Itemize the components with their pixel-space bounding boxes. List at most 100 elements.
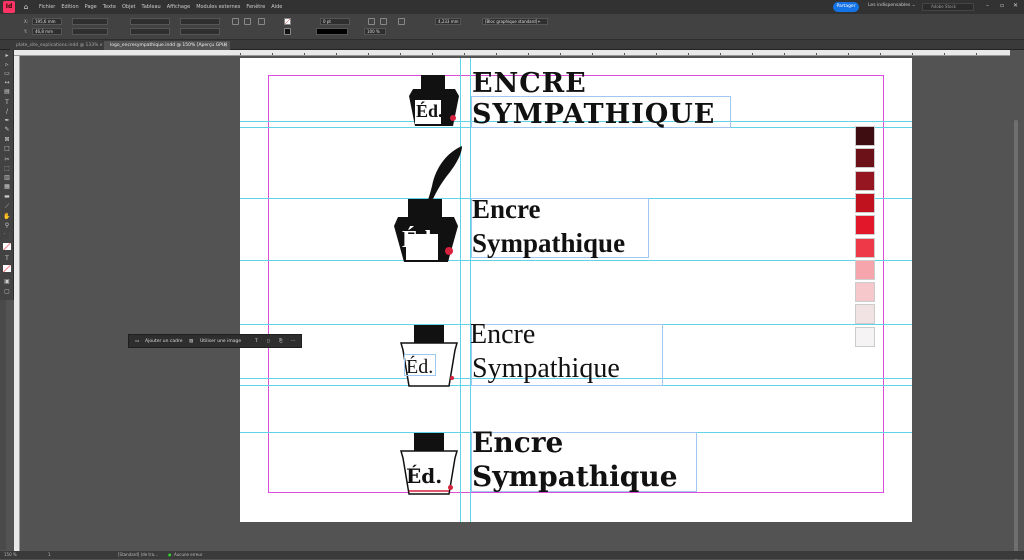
- height-field[interactable]: [72, 28, 108, 35]
- pencil-tool-icon[interactable]: ✎: [3, 126, 11, 133]
- preview-mode-icon[interactable]: ▢: [3, 288, 11, 295]
- tab-close-icon[interactable]: ×: [99, 41, 103, 50]
- panel-tab[interactable]: [0, 355, 6, 369]
- corner-size-field[interactable]: 4,233 mm: [435, 18, 461, 25]
- rotate-field[interactable]: [180, 18, 220, 25]
- color-swatch[interactable]: [855, 148, 875, 169]
- menu-text[interactable]: Texte: [103, 4, 116, 10]
- scroll-thumb[interactable]: [1014, 120, 1018, 560]
- style-status[interactable]: [Standard] (de tra...: [118, 551, 158, 559]
- minimize-icon[interactable]: –: [986, 2, 989, 9]
- panel-tab[interactable]: [0, 455, 6, 469]
- close-icon[interactable]: ✕: [1013, 2, 1018, 9]
- color-swatch[interactable]: [855, 259, 875, 280]
- stock-search-input[interactable]: Adobe Stock: [922, 3, 974, 11]
- stroke-weight-field[interactable]: 0 pt: [320, 18, 350, 25]
- opacity-field[interactable]: 100 %: [364, 28, 386, 35]
- color-swatch[interactable]: [855, 237, 875, 258]
- panel-tab[interactable]: [0, 430, 6, 444]
- color-swatch[interactable]: [855, 282, 875, 303]
- menu-object[interactable]: Objet: [122, 4, 136, 10]
- path-icon[interactable]: [258, 18, 265, 25]
- use-image-button[interactable]: Utiliser une image: [200, 335, 241, 349]
- rectangle-tool-icon[interactable]: □: [3, 145, 11, 152]
- menu-view[interactable]: Affichage: [167, 4, 191, 10]
- document-page[interactable]: Éd. ENCRE SYMPATHIQUE Éd. Encre Sympathi…: [240, 58, 912, 522]
- color-swatch[interactable]: [855, 326, 875, 347]
- page-tool-icon[interactable]: ▭: [3, 70, 11, 77]
- panel-tab[interactable]: [0, 505, 6, 519]
- tab-plate-site[interactable]: plate_site_explications.indd @ 133% ×: [10, 41, 106, 50]
- add-frame-button[interactable]: Ajouter un cadre: [145, 335, 183, 349]
- zoom-level[interactable]: 150 %: [4, 551, 17, 559]
- document-icon[interactable]: ▯: [267, 335, 269, 349]
- selection-tool-icon[interactable]: ▸: [3, 52, 11, 59]
- tab-logo[interactable]: logo_encresympathique.indd @ 150% [Aperç…: [104, 41, 230, 50]
- preflight-status[interactable]: Aucune erreur: [174, 551, 203, 559]
- content-collector-icon[interactable]: ▤: [3, 88, 11, 95]
- note-tool-icon[interactable]: ▬: [3, 193, 11, 200]
- rectangle-frame-tool-icon[interactable]: ⊠: [3, 136, 11, 143]
- rotate-icon[interactable]: [232, 18, 239, 25]
- apply-none-icon[interactable]: [3, 265, 11, 272]
- shear-field[interactable]: [180, 28, 220, 35]
- more-options-icon[interactable]: ···: [291, 335, 295, 349]
- color-swatch[interactable]: [855, 192, 875, 213]
- frame-fit-icon[interactable]: [398, 18, 405, 25]
- vertical-scrollbar[interactable]: [1010, 50, 1024, 560]
- panel-tab[interactable]: [0, 380, 6, 394]
- menu-table[interactable]: Tableau: [142, 4, 161, 10]
- shadow-icon[interactable]: [380, 18, 387, 25]
- formatting-container-icon[interactable]: T: [3, 255, 11, 262]
- scale-y-field[interactable]: [130, 28, 170, 35]
- menu-window[interactable]: Fenêtre: [246, 4, 265, 10]
- panel-tab[interactable]: [0, 330, 6, 344]
- menu-help[interactable]: Aide: [271, 4, 282, 10]
- panel-tab[interactable]: [0, 305, 6, 319]
- direct-selection-tool-icon[interactable]: ▹: [3, 61, 11, 68]
- width-field[interactable]: [72, 18, 108, 25]
- fill-stroke-icon[interactable]: [3, 243, 11, 250]
- stroke-swatch-icon[interactable]: [284, 28, 291, 35]
- horizontal-ruler[interactable]: [14, 50, 1010, 56]
- line-tool-icon[interactable]: /: [3, 108, 11, 115]
- text-icon[interactable]: T: [255, 335, 258, 349]
- menu-file[interactable]: Fichier: [39, 4, 55, 10]
- home-icon[interactable]: ⌂: [19, 3, 33, 11]
- vertical-ruler[interactable]: [14, 56, 20, 551]
- share-button[interactable]: Partager: [833, 2, 859, 12]
- eyedropper-tool-icon[interactable]: ⟋: [3, 203, 11, 210]
- menu-page[interactable]: Page: [85, 4, 97, 10]
- tab-close-icon[interactable]: ×: [223, 41, 227, 50]
- link-icon[interactable]: ⎘: [279, 335, 283, 349]
- page-number[interactable]: 1: [48, 551, 51, 559]
- color-swatch[interactable]: [855, 126, 875, 146]
- scissors-tool-icon[interactable]: ✂: [3, 156, 11, 163]
- zoom-tool-icon[interactable]: ⚲: [3, 222, 11, 229]
- color-swatch[interactable]: [855, 215, 875, 236]
- gradient-tool-icon[interactable]: ▥: [3, 174, 11, 181]
- guide-horizontal[interactable]: [240, 260, 912, 261]
- menu-plugins[interactable]: Modules externes: [196, 4, 240, 10]
- fill-swatch-icon[interactable]: [284, 18, 291, 25]
- flip-icon[interactable]: [244, 18, 251, 25]
- scale-x-field[interactable]: [130, 18, 170, 25]
- maximize-icon[interactable]: ▫: [1000, 2, 1004, 9]
- x-field[interactable]: 195,6 mm: [32, 18, 62, 25]
- type-tool-icon[interactable]: T: [3, 99, 11, 106]
- workspace-switcher[interactable]: Les indispensables ⌄: [868, 3, 916, 8]
- panel-tab[interactable]: [0, 405, 6, 419]
- gradient-feather-tool-icon[interactable]: ▦: [3, 183, 11, 190]
- y-field[interactable]: 46,8 mm: [32, 28, 62, 35]
- gap-tool-icon[interactable]: ↔: [3, 79, 11, 86]
- effects-icon[interactable]: [368, 18, 375, 25]
- stroke-type-select[interactable]: [316, 28, 348, 35]
- screen-mode-icon[interactable]: ▣: [3, 278, 11, 285]
- menu-edit[interactable]: Edition: [61, 4, 78, 10]
- color-swatch[interactable]: [855, 304, 875, 325]
- hand-tool-icon[interactable]: ✋: [3, 213, 11, 220]
- object-style-select[interactable]: [Bloc graphique standard]+: [482, 18, 548, 25]
- free-transform-tool-icon[interactable]: ⬚: [3, 165, 11, 172]
- color-swatch[interactable]: [855, 170, 875, 191]
- pen-tool-icon[interactable]: ✒: [3, 117, 11, 124]
